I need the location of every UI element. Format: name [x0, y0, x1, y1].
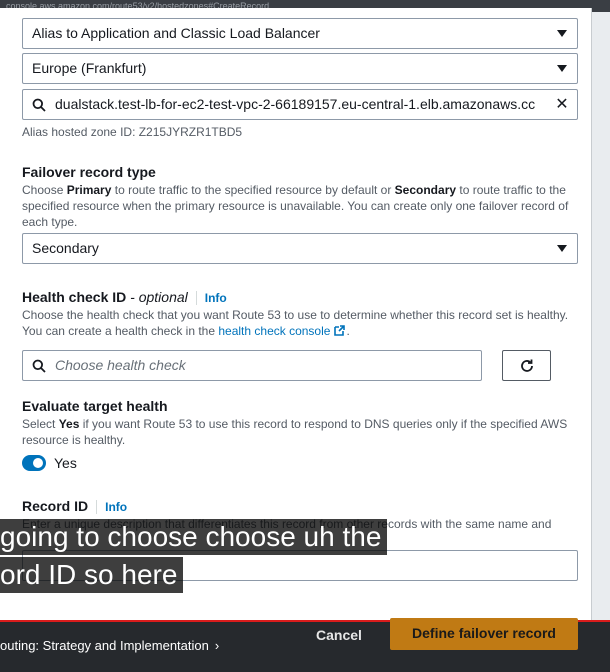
define-failover-record-button[interactable]: Define failover record — [390, 618, 578, 650]
route-traffic-target-value: Alias to Application and Classic Load Ba… — [32, 25, 320, 41]
cancel-button[interactable]: Cancel — [300, 624, 378, 646]
failover-description: Choose Primary to route traffic to the s… — [22, 182, 572, 230]
evaluate-target-health-description: Select Yes if you want Route 53 to use t… — [22, 416, 572, 448]
alias-hosted-zone-id: Alias hosted zone ID: Z215JYRZR1TBD5 — [22, 125, 243, 139]
caret-down-icon — [557, 245, 567, 252]
endpoint-value: dualstack.test-lb-for-ec2-test-vpc-2-661… — [55, 96, 536, 112]
failover-desc-secondary: Secondary — [394, 183, 457, 197]
health-check-desc-end: . — [346, 324, 350, 338]
optional-tag: - optional — [126, 289, 188, 305]
toggle-knob — [33, 458, 43, 468]
failover-record-type-select[interactable]: Secondary — [22, 233, 578, 264]
health-check-description: Choose the health check that you want Ro… — [22, 307, 572, 339]
external-link-icon — [334, 325, 346, 336]
health-check-label-text: Health check ID — [22, 289, 127, 305]
health-check-console-link[interactable]: health check console — [218, 324, 346, 338]
evaluate-desc-yes: Yes — [58, 417, 80, 431]
clear-icon[interactable]: ✕ — [554, 97, 570, 113]
load-balancer-endpoint-input[interactable]: dualstack.test-lb-for-ec2-test-vpc-2-661… — [22, 89, 578, 120]
refresh-icon — [521, 359, 533, 372]
failover-record-type-label: Failover record type — [22, 164, 156, 180]
refresh-health-checks-button[interactable] — [502, 350, 551, 381]
toggle-label: Yes — [54, 455, 77, 471]
failover-desc-primary: Primary — [66, 183, 112, 197]
record-id-label-text: Record ID — [22, 498, 89, 514]
caret-down-icon — [557, 30, 567, 37]
record-id-label: Record ID Info — [22, 498, 128, 514]
health-check-placeholder: Choose health check — [55, 357, 186, 373]
region-value: Europe (Frankfurt) — [32, 60, 147, 76]
chevron-right-icon: › — [214, 638, 220, 653]
failover-desc-mid: to route traffic to the specified resour… — [111, 183, 395, 197]
video-chapter-title[interactable]: outing: Strategy and Implementation › — [0, 638, 219, 654]
evaluate-desc-prefix: Select — [22, 417, 59, 431]
route-traffic-target-select[interactable]: Alias to Application and Classic Load Ba… — [22, 18, 578, 49]
search-icon — [32, 359, 46, 373]
health-check-label: Health check ID - optional Info — [22, 289, 227, 305]
health-check-console-link-text: health check console — [218, 324, 331, 338]
record-id-info-link[interactable]: Info — [96, 500, 128, 514]
evaluate-desc-suffix: if you want Route 53 to use this record … — [22, 417, 568, 447]
failover-desc-prefix: Choose — [22, 183, 67, 197]
video-caption-line-2: ord ID so here — [0, 557, 184, 593]
failover-record-type-value: Secondary — [32, 240, 99, 256]
search-icon — [32, 98, 46, 112]
region-select[interactable]: Europe (Frankfurt) — [22, 53, 578, 84]
health-check-search-input[interactable]: Choose health check — [22, 350, 482, 381]
health-check-info-link[interactable]: Info — [195, 291, 227, 305]
video-player-bar: Cancel Define failover record outing: St… — [0, 618, 610, 672]
toggle-switch[interactable] — [22, 455, 46, 471]
evaluate-target-health-label: Evaluate target health — [22, 398, 168, 414]
caret-down-icon — [557, 65, 567, 72]
video-chapter-text: outing: Strategy and Implementation — [0, 638, 209, 653]
video-caption-line-1: going to choose choose uh the — [0, 519, 388, 555]
